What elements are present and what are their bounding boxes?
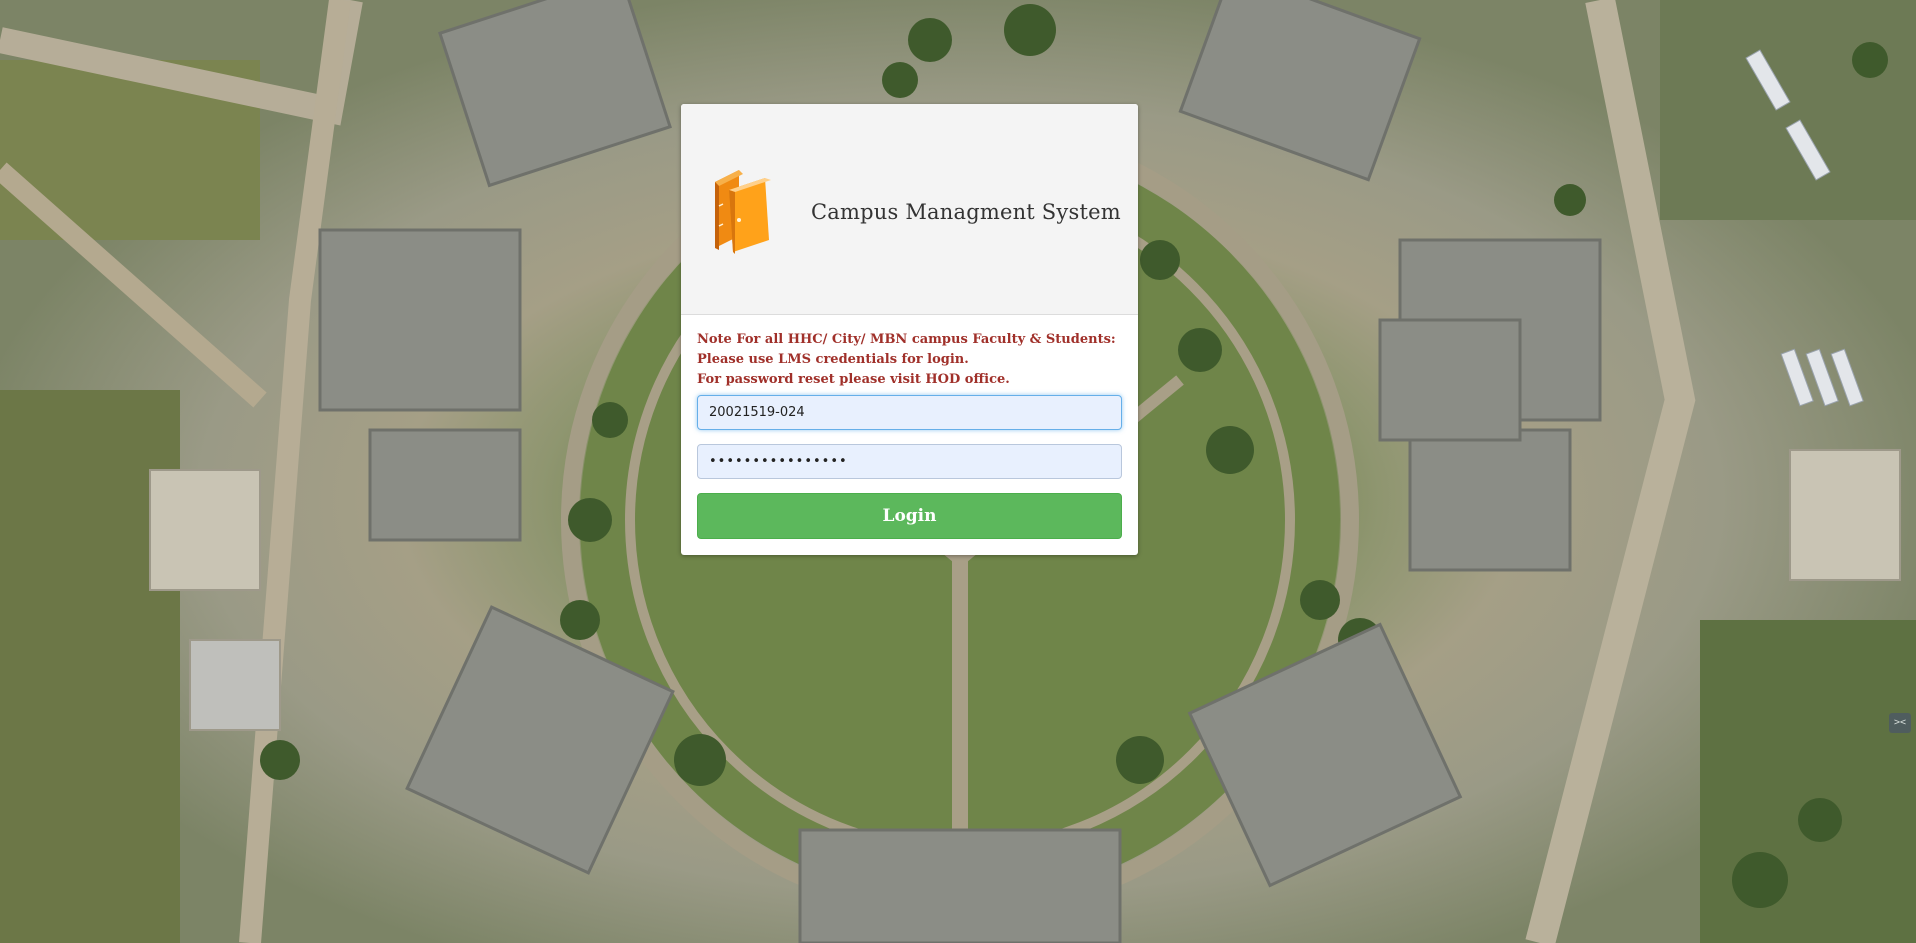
- login-card: Campus Managment System Note For all HHC…: [681, 104, 1138, 555]
- card-header: Campus Managment System: [681, 104, 1138, 315]
- notice-line-2: Please use LMS credentials for login.: [697, 352, 969, 367]
- username-input[interactable]: [697, 395, 1122, 430]
- password-input[interactable]: [697, 444, 1122, 479]
- notice-line-1: Note For all HHC/ City/ MBN campus Facul…: [697, 332, 1116, 347]
- login-notice: Note For all HHC/ City/ MBN campus Facul…: [697, 330, 1122, 390]
- books-icon: [715, 170, 771, 254]
- app-title: Campus Managment System: [811, 200, 1121, 224]
- login-button[interactable]: Login: [697, 493, 1122, 539]
- expand-arrows-icon[interactable]: ><: [1889, 713, 1911, 733]
- notice-line-3: For password reset please visit HOD offi…: [697, 372, 1010, 387]
